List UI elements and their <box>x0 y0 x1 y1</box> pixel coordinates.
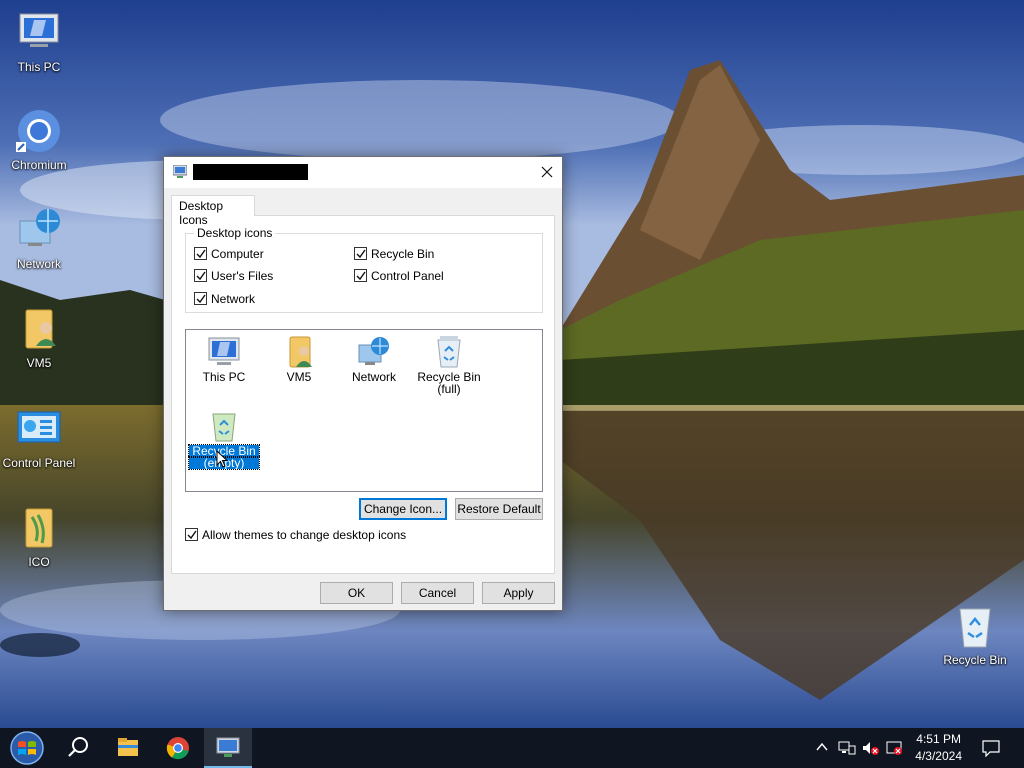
search-button[interactable] <box>54 728 102 768</box>
list-item-vm5[interactable]: VM5 <box>264 335 334 383</box>
checkbox-box[interactable] <box>354 247 367 260</box>
checkbox-users-files[interactable]: User's Files <box>194 269 273 283</box>
desktop-icon-vm5[interactable]: VM5 <box>0 306 78 370</box>
checkbox-box[interactable] <box>194 269 207 282</box>
control-panel-icon <box>16 406 62 452</box>
desktop-icon-label: Control Panel <box>2 456 76 470</box>
ok-button[interactable]: OK <box>320 582 393 604</box>
desktop-icons-group: Desktop icons Computer User's Files Netw… <box>185 226 543 313</box>
network-tray-button[interactable] <box>838 740 856 759</box>
desktop-icon-label: ICO <box>28 555 50 569</box>
list-item-label: VM5 <box>286 370 312 384</box>
recycle-bin-empty-icon <box>207 409 241 443</box>
checkbox-box[interactable] <box>354 269 367 282</box>
this-pc-icon <box>207 335 241 369</box>
list-item-this-pc[interactable]: This PC <box>189 335 259 383</box>
desktop-icon-chromium[interactable]: Chromium <box>0 108 78 172</box>
change-icon-button[interactable]: Change Icon... <box>359 498 447 520</box>
close-button[interactable] <box>532 157 562 187</box>
list-item-recycle-bin-full[interactable]: Recycle Bin (full) <box>414 335 484 395</box>
user-folder-icon <box>282 335 316 369</box>
desktop-icon-control-panel[interactable]: Control Panel <box>0 406 78 470</box>
security-tray-button[interactable] <box>886 740 904 759</box>
settings-icon <box>216 737 240 757</box>
search-icon <box>68 737 88 757</box>
network-icon <box>16 207 62 253</box>
icon-list[interactable]: This PC VM5 Network Recycle Bin (full) R… <box>185 329 543 492</box>
checkbox-label: Network <box>211 292 256 306</box>
checkbox-box[interactable] <box>194 292 207 305</box>
cancel-button[interactable]: Cancel <box>401 582 474 604</box>
desktop-icon-label: VM5 <box>26 356 52 370</box>
taskbar-file-explorer[interactable] <box>104 728 152 768</box>
clock-date: 4/3/2024 <box>915 749 962 763</box>
checkbox-computer[interactable]: Computer <box>194 247 264 261</box>
checkbox-label: Computer <box>211 247 264 261</box>
recycle-bin-full-icon <box>432 335 466 369</box>
desktop-icon-recycle-bin[interactable]: Recycle Bin <box>936 603 1014 667</box>
folder-icon <box>16 505 62 551</box>
checkbox-label: Control Panel <box>371 269 444 283</box>
notifications-button[interactable] <box>982 739 1000 760</box>
action-center-warning-icon <box>886 741 902 755</box>
clock-time: 4:51 PM <box>916 732 961 746</box>
checkbox-box[interactable] <box>194 247 207 260</box>
this-pc-icon <box>16 10 62 56</box>
start-button[interactable] <box>2 728 52 768</box>
desktop-icon-network[interactable]: Network <box>0 207 78 271</box>
checkbox-label: Recycle Bin <box>371 247 435 261</box>
checkbox-allow-themes[interactable]: Allow themes to change desktop icons <box>185 528 406 542</box>
notification-icon <box>982 740 1000 758</box>
checkbox-label: User's Files <box>211 269 274 283</box>
network-wired-icon <box>838 741 856 755</box>
close-icon <box>541 166 553 178</box>
taskbar-display-settings[interactable] <box>204 728 252 768</box>
show-hidden-icons-button[interactable] <box>816 740 828 757</box>
checkbox-network[interactable]: Network <box>194 292 255 306</box>
restore-default-button[interactable]: Restore Default <box>455 498 543 520</box>
taskbar-chrome[interactable] <box>154 728 202 768</box>
tab-desktop-icons[interactable]: Desktop Icons <box>171 195 255 227</box>
volume-muted-icon <box>863 742 879 755</box>
tab-panel: Desktop icons Computer User's Files Netw… <box>171 215 555 574</box>
redacted-title <box>193 164 308 180</box>
windows-start-icon <box>10 731 44 765</box>
checkbox-recycle-bin[interactable]: Recycle Bin <box>354 247 434 261</box>
list-item-label: Network <box>351 370 396 384</box>
apply-button[interactable]: Apply <box>482 582 555 604</box>
user-folder-icon <box>16 306 62 352</box>
desktop-icon-label: Network <box>16 257 61 271</box>
checkbox-control-panel[interactable]: Control Panel <box>354 269 444 283</box>
group-title: Desktop icons <box>194 226 276 240</box>
list-item-label-line2: (full) <box>437 382 461 396</box>
list-item-network[interactable]: Network <box>339 335 409 383</box>
chevron-up-icon <box>816 742 828 751</box>
file-explorer-icon <box>118 738 138 756</box>
network-icon <box>357 335 391 369</box>
chromium-icon <box>16 108 62 154</box>
taskbar: 4:51 PM 4/3/2024 <box>0 728 1024 768</box>
desktop-icon-ico[interactable]: ICO <box>0 505 78 569</box>
volume-tray-button[interactable] <box>862 740 880 759</box>
desktop-icon-settings-dialog: Desktop Icons Desktop icons Computer Use… <box>163 156 563 611</box>
list-item-label: This PC <box>202 370 246 384</box>
settings-icon <box>172 164 188 178</box>
dialog-titlebar[interactable] <box>164 157 562 188</box>
chrome-icon <box>166 737 189 760</box>
taskbar-clock[interactable]: 4:51 PM 4/3/2024 <box>915 731 962 765</box>
desktop-icon-label: Recycle Bin <box>943 653 1007 667</box>
desktop-icon-this-pc[interactable]: This PC <box>0 10 78 74</box>
recycle-bin-icon <box>952 603 998 649</box>
desktop-icon-label: This PC <box>17 60 61 74</box>
checkbox-label: Allow themes to change desktop icons <box>202 528 407 542</box>
mouse-cursor-icon <box>216 449 229 471</box>
checkbox-box[interactable] <box>185 528 198 541</box>
desktop-icon-label: Chromium <box>11 158 67 172</box>
